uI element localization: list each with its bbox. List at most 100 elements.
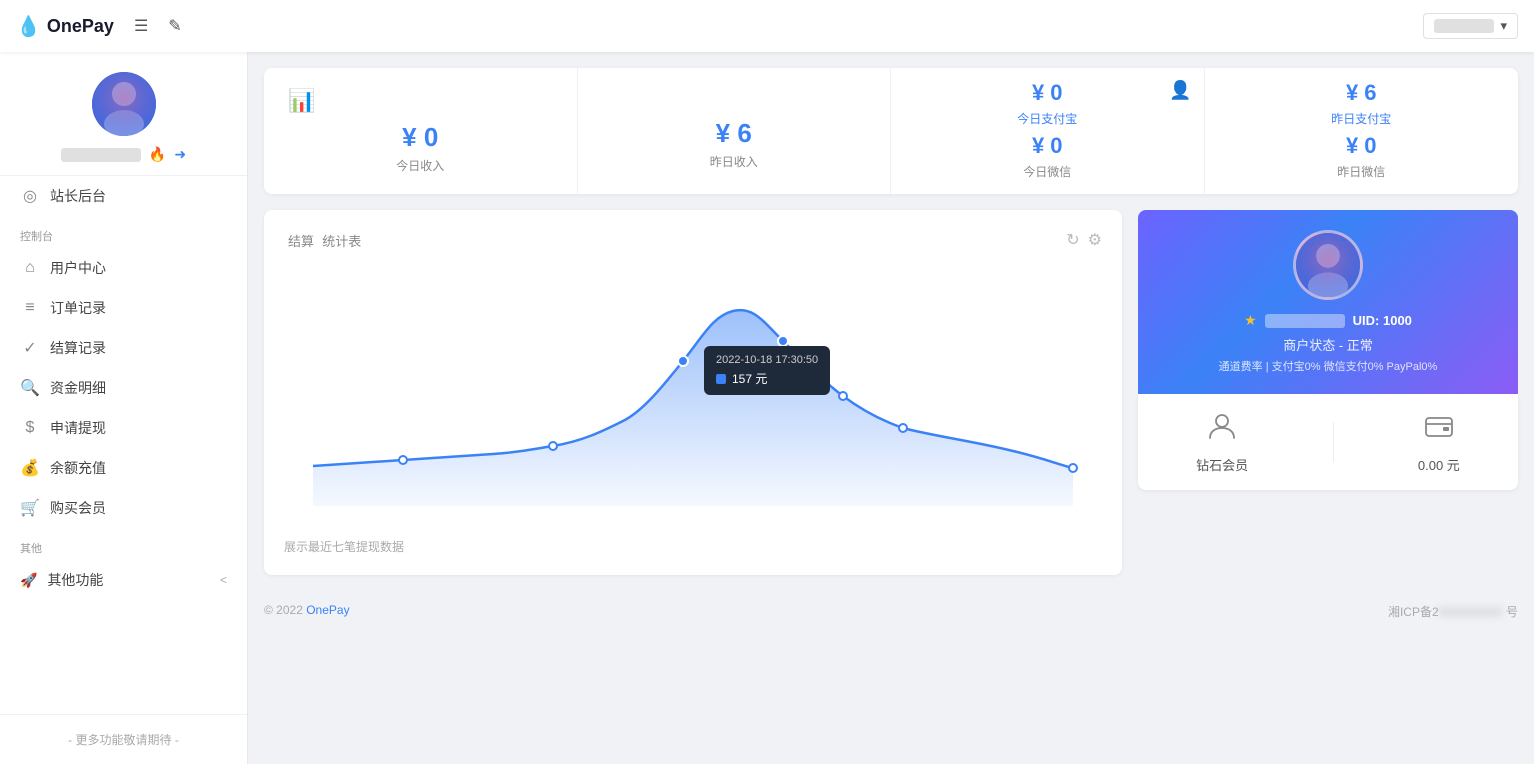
sidebar-item-orders[interactable]: ≡ 订单记录 — [0, 288, 247, 328]
tooltip-dot — [716, 374, 726, 384]
chart-area: 2022-10-18 17:30:50 157 元 — [284, 266, 1102, 526]
logo: 💧 OnePay — [16, 14, 114, 39]
chart-footer: 展示最近七笔提现数据 — [284, 538, 1102, 555]
dollar-icon: $ — [20, 419, 40, 437]
yesterday-alipay: ¥ 6 昨日支付宝 — [1221, 80, 1503, 127]
chart-actions: ↻ ⚙ — [1066, 230, 1102, 250]
chart-header: 结算 统计表 ↻ ⚙ — [284, 230, 1102, 250]
logo-text: OnePay — [47, 16, 114, 37]
sidebar-item-withdraw[interactable]: $ 申请提现 — [0, 408, 247, 448]
edit-button[interactable]: ✎ — [164, 12, 185, 40]
avatar-wrap — [92, 72, 156, 136]
chart-tooltip: 2022-10-18 17:30:50 157 元 — [704, 346, 830, 395]
sidebar: 🔥 ➜ ◎ 站长后台 控制台 ⌂ 用户中心 ≡ 订单记录 ✓ 结算记录 🔍 资金… — [0, 52, 248, 764]
user-dropdown-label — [1434, 19, 1494, 33]
today-income-label: 今日收入 — [288, 157, 553, 174]
header: 💧 OnePay ☰ ✎ ▾ — [0, 0, 1534, 52]
list-icon: ≡ — [20, 299, 40, 317]
wallet-balance-icon — [1423, 410, 1455, 449]
page-footer: © 2022 OnePay 湘ICP备2XXXXXXXX 号 — [248, 591, 1534, 632]
sidebar-label-vip: 购买会员 — [50, 498, 106, 518]
header-right: ▾ — [1423, 13, 1518, 39]
user-info-bottom: 钻石会员 0.00 元 — [1138, 394, 1518, 490]
chevron-left-icon: < — [220, 573, 227, 587]
stat-yesterday-income: ¥ 6 昨日收入 — [578, 68, 892, 194]
bar-chart-icon: 📊 — [288, 88, 315, 113]
fire-icon[interactable]: 🔥 — [149, 146, 166, 163]
menu-button[interactable]: ☰ — [130, 12, 152, 40]
channel-rate: 通道费率 | 支付宝0% 微信支付0% PayPal0% — [1158, 358, 1498, 374]
info-divider — [1333, 422, 1334, 462]
user-card-name-row: ★ UID: 1000 — [1158, 312, 1498, 329]
user-card-avatar — [1293, 230, 1363, 300]
stat-yesterday-detail: ¥ 6 昨日支付宝 ¥ 0 昨日微信 — [1205, 68, 1519, 194]
tooltip-value-row: 157 元 — [716, 370, 818, 387]
icp-number: XXXXXXXX — [1439, 605, 1503, 619]
user-card: ★ UID: 1000 商户状态 - 正常 通道费率 | 支付宝0% 微信支付0… — [1138, 210, 1518, 394]
content-area: 📊 ¥ 0 今日收入 ¥ 6 昨日收入 👤 ¥ 0 今日支付宝 — [248, 52, 1534, 764]
stats-row: 📊 ¥ 0 今日收入 ¥ 6 昨日收入 👤 ¥ 0 今日支付宝 — [264, 68, 1518, 194]
sidebar-label-user-center: 用户中心 — [50, 258, 106, 278]
sidebar-label-recharge: 余额充值 — [50, 458, 106, 478]
home-icon: ⌂ — [20, 259, 40, 277]
profile-name-bar — [61, 148, 141, 162]
sidebar-label-orders: 订单记录 — [50, 298, 106, 318]
sidebar-item-user-center[interactable]: ⌂ 用户中心 — [0, 248, 247, 288]
sidebar-label-settlement: 结算记录 — [50, 338, 106, 358]
profile-row: 🔥 ➜ — [61, 146, 186, 163]
settings-icon[interactable]: ⚙ — [1088, 230, 1102, 250]
yesterday-wechat: ¥ 0 昨日微信 — [1221, 133, 1503, 180]
rocket-icon: 🚀 — [20, 572, 37, 589]
stat-today-detail: 👤 ¥ 0 今日支付宝 ¥ 0 今日微信 — [891, 68, 1205, 194]
sidebar-admin-label: 站长后台 — [50, 186, 106, 206]
today-income-value: ¥ 0 — [288, 122, 553, 153]
balance-value: 0.00 元 — [1418, 455, 1460, 474]
search-icon: 🔍 — [20, 378, 40, 398]
sidebar-other-label: 其他 — [0, 528, 247, 560]
admin-icon: ◎ — [20, 186, 40, 206]
main-layout: 🔥 ➜ ◎ 站长后台 控制台 ⌂ 用户中心 ≡ 订单记录 ✓ 结算记录 🔍 资金… — [0, 52, 1534, 764]
chart-title: 结算 统计表 — [284, 231, 361, 250]
header-icons: ☰ ✎ — [130, 12, 186, 40]
sidebar-item-extra-features[interactable]: 🚀 其他功能 < — [0, 560, 247, 600]
today-alipay: ¥ 0 今日支付宝 — [907, 80, 1188, 127]
person-icon: 👤 — [1169, 80, 1191, 100]
user-dropdown[interactable]: ▾ — [1423, 13, 1518, 39]
sidebar-section-label: 控制台 — [0, 216, 247, 248]
vip-label: 钻石会员 — [1196, 455, 1248, 474]
logo-icon: 💧 — [16, 14, 41, 39]
sidebar-profile: 🔥 ➜ — [0, 52, 247, 176]
info-item-balance: 0.00 元 — [1418, 410, 1460, 474]
dropdown-arrow-icon: ▾ — [1500, 18, 1507, 34]
extra-item-label: 其他功能 — [47, 570, 103, 590]
footer-icp: 湘ICP备2XXXXXXXX 号 — [1388, 603, 1518, 620]
sidebar-item-settlement[interactable]: ✓ 结算记录 — [0, 328, 247, 368]
footer-brand: OnePay — [306, 603, 349, 617]
tooltip-time: 2022-10-18 17:30:50 — [716, 354, 818, 366]
star-icon: ★ — [1244, 312, 1257, 329]
merchant-status: 商户状态 - 正常 — [1158, 335, 1498, 354]
sidebar-footer: - 更多功能敬请期待 - — [0, 714, 247, 764]
bottom-grid: 结算 统计表 ↻ ⚙ — [264, 210, 1518, 575]
sidebar-item-vip[interactable]: 🛒 购买会员 — [0, 488, 247, 528]
footer-copyright: © 2022 OnePay — [264, 603, 350, 620]
exit-icon[interactable]: ➜ — [174, 146, 186, 163]
stat-today-income: 📊 ¥ 0 今日收入 — [264, 68, 578, 194]
chart-card: 结算 统计表 ↻ ⚙ — [264, 210, 1122, 575]
sidebar-item-recharge[interactable]: 💰 余额充值 — [0, 448, 247, 488]
refresh-icon[interactable]: ↻ — [1066, 230, 1079, 250]
tooltip-value: 157 元 — [732, 370, 767, 387]
person-circle-icon — [1206, 410, 1238, 449]
avatar — [92, 72, 156, 136]
chart-svg — [284, 266, 1102, 506]
header-left: 💧 OnePay ☰ ✎ — [16, 12, 186, 40]
sidebar-item-admin[interactable]: ◎ 站长后台 — [0, 176, 247, 216]
check-circle-icon: ✓ — [20, 338, 40, 358]
uid-text: UID: 1000 — [1353, 313, 1412, 328]
info-item-vip: 钻石会员 — [1196, 410, 1248, 474]
cart-icon: 🛒 — [20, 498, 40, 518]
today-wechat: ¥ 0 今日微信 — [907, 133, 1188, 180]
yesterday-income-label: 昨日收入 — [602, 153, 867, 170]
sidebar-item-funds[interactable]: 🔍 资金明细 — [0, 368, 247, 408]
sidebar-label-withdraw: 申请提现 — [50, 418, 106, 438]
